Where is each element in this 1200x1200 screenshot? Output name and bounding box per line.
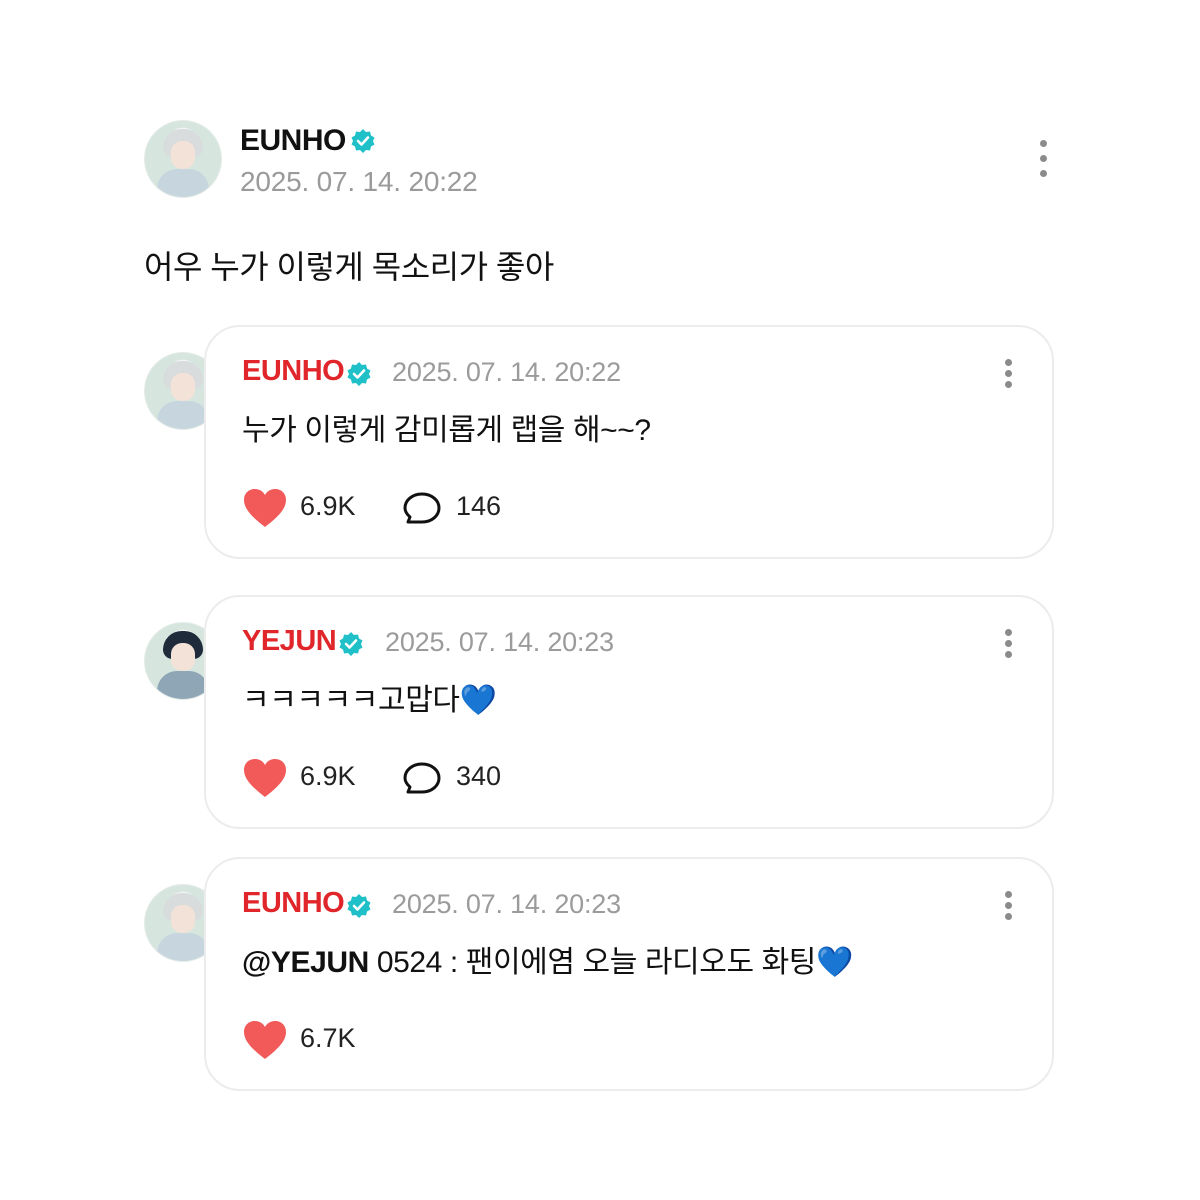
heart-icon[interactable] — [242, 487, 288, 529]
post-author-name[interactable]: EUNHO — [240, 124, 346, 158]
more-vertical-icon[interactable] — [1002, 359, 1014, 399]
heart-icon[interactable] — [242, 1019, 288, 1061]
comment-icon[interactable] — [402, 491, 442, 527]
reply-author-name[interactable]: EUNHO — [242, 355, 345, 388]
post-text: 어우 누가 이렇게 목소리가 좋아 — [144, 249, 554, 285]
comment-count: 146 — [456, 491, 502, 521]
author-avatar[interactable] — [144, 120, 222, 198]
reply-text: ㅋㅋㅋㅋㅋ고맙다💙 — [242, 684, 497, 717]
reply-card: YEJUN 2025. 07. 14. 20:23 ㅋㅋㅋㅋㅋ고맙다💙 6.9K… — [204, 595, 1054, 829]
reply-card: EUNHO 2025. 07. 14. 20:23 @YEJUN 0524 : … — [204, 857, 1054, 1091]
reply-text: @YEJUN 0524 : 팬이에염 오늘 라디오도 화팅💙 — [242, 946, 853, 979]
like-count: 6.9K — [300, 761, 356, 791]
blue-heart-emoji: 💙 — [815, 946, 853, 979]
verified-badge-icon — [347, 894, 371, 918]
more-vertical-icon[interactable] — [1002, 629, 1014, 669]
heart-icon[interactable] — [242, 757, 288, 799]
verified-badge-icon — [347, 362, 371, 386]
post-header: EUNHO 2025. 07. 14. 20:22 — [144, 120, 1064, 200]
reply-timestamp: 2025. 07. 14. 20:23 — [385, 627, 614, 657]
mention-link[interactable]: @YEJUN — [242, 946, 369, 979]
like-count: 6.9K — [300, 491, 356, 521]
reply-text: 누가 이렇게 감미롭게 랩을 해~~? — [242, 414, 651, 447]
blue-heart-emoji: 💙 — [459, 684, 497, 717]
like-count: 6.7K — [300, 1023, 356, 1053]
reply-timestamp: 2025. 07. 14. 20:23 — [392, 889, 621, 919]
more-vertical-icon[interactable] — [1037, 140, 1049, 180]
comment-icon[interactable] — [402, 761, 442, 797]
verified-badge-icon — [351, 129, 375, 153]
verified-badge-icon — [339, 632, 363, 656]
more-vertical-icon[interactable] — [1002, 891, 1014, 931]
reply-author-name[interactable]: YEJUN — [242, 625, 337, 658]
post-timestamp: 2025. 07. 14. 20:22 — [240, 166, 478, 197]
reply-card: EUNHO 2025. 07. 14. 20:22 누가 이렇게 감미롭게 랩을… — [204, 325, 1054, 559]
reply-author-name[interactable]: EUNHO — [242, 887, 345, 920]
reply-timestamp: 2025. 07. 14. 20:22 — [392, 357, 621, 387]
comment-count: 340 — [456, 761, 502, 791]
